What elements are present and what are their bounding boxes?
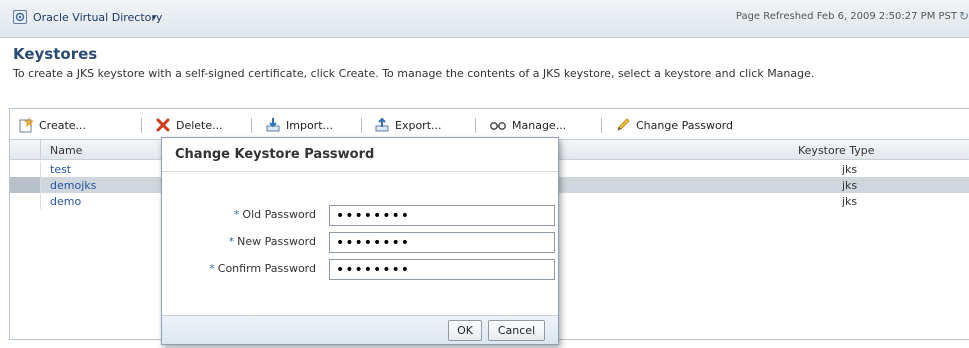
delete-button[interactable]: Delete... — [155, 117, 223, 133]
import-icon — [266, 118, 280, 132]
confirm-password-label-text: Confirm Password — [217, 262, 316, 275]
keystore-type-cell: jks — [842, 163, 858, 176]
create-button[interactable]: Create... — [18, 117, 86, 133]
ok-button[interactable]: OK — [448, 320, 482, 341]
top-bar: Oracle Virtual Directory ▾ Page Refreshe… — [0, 0, 969, 38]
manage-button[interactable]: Manage... — [489, 117, 566, 133]
dialog-title-bar[interactable]: Change Keystore Password — [162, 138, 558, 172]
required-marker: * — [209, 262, 215, 275]
new-password-label: * New Password — [229, 235, 316, 248]
toolbar: Create... Delete... Import... Export... … — [10, 109, 969, 139]
import-label: Import... — [286, 118, 333, 132]
refresh-icon[interactable]: ↻ — [959, 9, 969, 23]
required-marker: * — [233, 208, 240, 221]
required-marker: * — [228, 235, 235, 248]
app-menu-title[interactable]: Oracle Virtual Directory — [33, 11, 162, 24]
toolbar-divider — [601, 118, 602, 133]
new-password-field[interactable] — [329, 232, 555, 253]
toolbar-divider — [251, 118, 252, 133]
change-password-label: Change Password — [636, 118, 733, 132]
toolbar-divider — [361, 118, 362, 133]
column-header-keystore-type[interactable]: Keystore Type — [798, 144, 875, 157]
confirm-password-label: * Confirm Password — [209, 262, 316, 275]
manage-label: Manage... — [512, 118, 567, 132]
row-gutter — [10, 177, 41, 193]
delete-x-icon — [156, 118, 170, 132]
row-gutter — [10, 193, 41, 209]
change-password-button[interactable]: Change Password — [615, 117, 733, 133]
old-password-label: * Old Password — [234, 208, 316, 221]
page-description: To create a JKS keystore with a self-sig… — [13, 67, 815, 80]
keystore-name-link[interactable]: test — [50, 163, 71, 176]
chevron-down-icon[interactable]: ▾ — [152, 13, 156, 22]
keystore-type-cell: jks — [842, 179, 858, 192]
keystore-name-link[interactable]: demo — [50, 195, 81, 208]
export-icon — [375, 117, 389, 132]
old-password-label-text: Old Password — [242, 208, 316, 221]
new-password-label-text: New Password — [237, 235, 316, 248]
row-gutter — [10, 161, 41, 177]
keystore-name-link[interactable]: demojks — [50, 179, 96, 192]
cancel-button[interactable]: Cancel — [488, 320, 545, 341]
dialog-footer: OK Cancel — [162, 315, 558, 344]
confirm-password-row: * Confirm Password — [162, 259, 558, 281]
old-password-row: * Old Password — [162, 205, 558, 227]
toolbar-divider — [475, 118, 476, 133]
column-header-name[interactable]: Name — [50, 144, 82, 157]
create-icon — [19, 117, 34, 133]
export-button[interactable]: Export... — [374, 117, 442, 133]
create-label: Create... — [39, 118, 87, 132]
ovd-target-icon[interactable] — [13, 10, 27, 24]
page-refreshed-timestamp: Page Refreshed Feb 6, 2009 2:50:27 PM PS… — [735, 11, 957, 22]
glasses-icon — [490, 122, 506, 130]
pencil-icon — [617, 118, 630, 131]
dialog-title: Change Keystore Password — [175, 147, 375, 162]
delete-label: Delete... — [176, 118, 223, 132]
page-title: Keystores — [13, 45, 98, 63]
new-password-row: * New Password — [162, 232, 558, 254]
import-button[interactable]: Import... — [265, 117, 333, 133]
old-password-field[interactable] — [329, 205, 555, 226]
keystore-type-cell: jks — [842, 195, 858, 208]
export-label: Export... — [395, 118, 442, 132]
row-header-gutter — [10, 140, 41, 159]
change-keystore-password-dialog: Change Keystore Password *Old Password *… — [161, 137, 559, 345]
confirm-password-field[interactable] — [329, 259, 555, 280]
toolbar-divider — [141, 118, 142, 133]
